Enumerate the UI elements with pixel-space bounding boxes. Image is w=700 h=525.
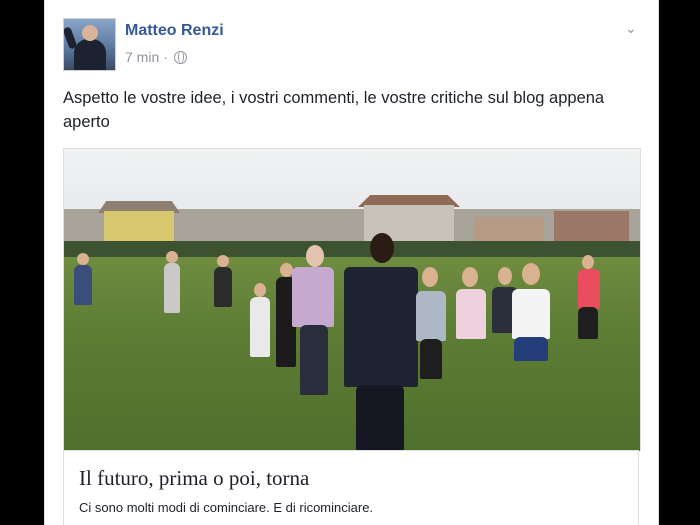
link-preview-title[interactable]: Il futuro, prima o poi, torna <box>79 466 309 491</box>
link-preview-image[interactable] <box>63 148 641 451</box>
meta-separator: · <box>163 49 168 65</box>
avatar-suit <box>74 39 106 70</box>
link-preview-description: Ci sono molti modi di cominciare. E di r… <box>79 500 374 515</box>
post-text: Aspetto le vostre idee, i vostri comment… <box>63 89 605 131</box>
globe-icon[interactable] <box>173 50 187 64</box>
post-card: Matteo Renzi 7 min · ⌄ Aspetto le vostre… <box>44 0 659 525</box>
post-time[interactable]: 7 min <box>125 49 159 65</box>
chevron-down-icon[interactable]: ⌄ <box>625 20 637 37</box>
post-meta: 7 min · <box>125 49 187 65</box>
avatar[interactable] <box>63 18 116 71</box>
avatar-head <box>82 25 98 41</box>
author-name[interactable]: Matteo Renzi <box>125 22 224 40</box>
